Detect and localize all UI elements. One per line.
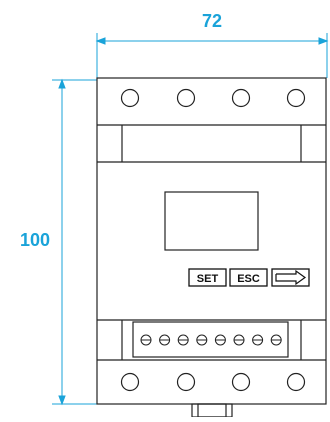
height-dimension-label: 100 bbox=[20, 230, 51, 250]
connector-pins bbox=[140, 334, 282, 346]
width-arrow-right bbox=[318, 37, 329, 45]
dimension-lines bbox=[52, 33, 329, 406]
top-terminals bbox=[120, 88, 306, 108]
top-terminal-screw bbox=[231, 88, 251, 108]
device-body bbox=[96, 77, 327, 418]
set-button-label: SET bbox=[197, 273, 219, 285]
esc-button-label: ESC bbox=[237, 273, 260, 285]
device-dimension-drawing: 72 100 SET ESC bbox=[0, 0, 330, 418]
top-terminal-screw bbox=[286, 88, 306, 108]
device-outline bbox=[96, 77, 327, 405]
height-arrow-bottom bbox=[58, 395, 66, 406]
top-terminal-screw bbox=[120, 88, 140, 108]
bottom-terminal-screw bbox=[176, 372, 196, 392]
bottom-terminal-screw bbox=[231, 372, 251, 392]
bottom-terminal-screw bbox=[286, 372, 306, 392]
button-row: SET ESC bbox=[188, 268, 310, 287]
enter-button[interactable] bbox=[271, 268, 310, 287]
terminal-connector bbox=[132, 321, 289, 358]
bottom-terminal-screw bbox=[120, 372, 140, 392]
width-dimension-label: 72 bbox=[202, 11, 223, 31]
display-window bbox=[164, 191, 259, 251]
bottom-terminals bbox=[120, 372, 306, 392]
height-arrow-top bbox=[58, 78, 66, 89]
drawing-svg: SET ESC bbox=[52, 33, 329, 418]
din-clip-inner bbox=[197, 403, 227, 418]
width-arrow-left bbox=[95, 37, 106, 45]
top-terminal-screw bbox=[176, 88, 196, 108]
